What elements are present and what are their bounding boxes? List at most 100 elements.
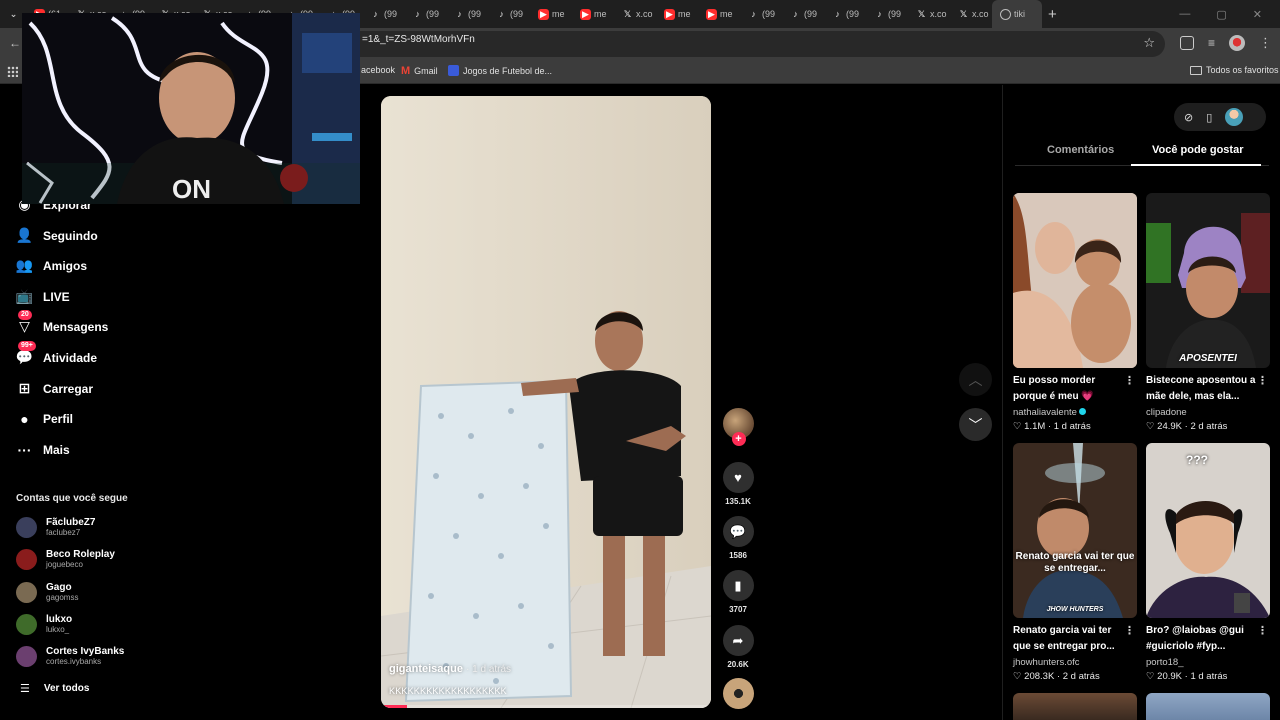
browser-tab[interactable]: 𝕏x.co [614, 0, 656, 28]
suggested-video-card[interactable]: ??? Bro? @laiobas @gui #guicriolo #fyp..… [1146, 443, 1270, 684]
followed-account[interactable]: FãclubeZ7 faclubez7 [16, 517, 95, 538]
comment-icon[interactable]: 💬 [722, 516, 754, 547]
suggested-video-card[interactable]: Eu posso morder porque é meu 💗 ⋮ nathali… [1013, 193, 1137, 434]
followed-account[interactable]: Beco Roleplay joguebeco [16, 549, 115, 570]
browser-tab[interactable]: ▶ me [656, 0, 698, 28]
sidebar-item-perfil[interactable]: ● Perfil [16, 410, 73, 427]
youtube-logo-icon: ▶ [580, 8, 591, 20]
sidebar-item-mais[interactable]: ··· Mais [16, 441, 70, 458]
video-thumbnail[interactable]: ??? [1146, 443, 1270, 618]
bookmark-icon[interactable]: ▮ [722, 570, 754, 601]
browser-tab[interactable]: 𝕏x.co [950, 0, 992, 28]
sidebar-item-live[interactable]: 📺 LIVE [16, 288, 70, 305]
top-right-controls: ⊘ ▯ [1174, 103, 1266, 131]
tab-suggested[interactable]: Você pode gostar [1152, 144, 1243, 156]
card-title[interactable]: Renato garcia vai ter que se entregar pr… [1013, 623, 1125, 655]
sidebar-item-seguindo[interactable]: 👤 Seguindo [16, 227, 98, 244]
heart-outline-icon: ♡ [1146, 421, 1155, 432]
music-disc-button[interactable] [722, 678, 754, 709]
card-more-icon[interactable]: ⋮ [1257, 374, 1268, 387]
browser-tab[interactable]: ▶ me [698, 0, 740, 28]
card-author[interactable]: clipadone [1146, 405, 1270, 420]
bookmark-jogos[interactable]: Jogos de Futebol de... [448, 65, 552, 76]
browser-menu-icon[interactable]: ⋮ [1259, 35, 1272, 51]
creator-avatar-button[interactable]: + [722, 408, 754, 446]
like-action[interactable]: ♥ 135.1K [722, 462, 754, 506]
share-icon[interactable]: ➦ [722, 625, 754, 656]
browser-tab[interactable]: ♪ (99 [740, 0, 782, 28]
compass-icon[interactable]: ⊘ [1184, 111, 1193, 124]
x-logo-icon: 𝕏 [959, 8, 968, 19]
user-avatar[interactable] [1225, 108, 1244, 126]
browser-tab[interactable]: ♪ (99 [404, 0, 446, 28]
sidebar-item-amigos[interactable]: 👥 Amigos [16, 257, 87, 274]
browser-tab[interactable]: ▶ me [530, 0, 572, 28]
browser-tab-label: x.co [972, 9, 989, 19]
followed-account[interactable]: lukxo lukxo_ [16, 614, 72, 635]
profile-avatar-icon[interactable] [1229, 35, 1245, 51]
video-author-name[interactable]: giganteisaque [389, 663, 463, 675]
card-more-icon[interactable]: ⋮ [1124, 624, 1135, 637]
media-controls-icon[interactable]: ≡ [1208, 36, 1215, 50]
browser-tab[interactable]: ♪ (99 [782, 0, 824, 28]
heart-icon[interactable]: ♥ [722, 462, 754, 493]
new-tab-button[interactable]: + [1042, 0, 1066, 28]
browser-tab[interactable]: ♪ (99 [866, 0, 908, 28]
browser-tab[interactable]: ▶ me [572, 0, 614, 28]
card-author[interactable]: porto18_ [1146, 655, 1270, 670]
suggested-video-card[interactable]: Renato garcia vai ter que se entregar...… [1013, 443, 1137, 684]
previous-video-button[interactable]: ︿ [959, 363, 992, 396]
device-icon[interactable]: ▯ [1206, 111, 1212, 124]
card-more-icon[interactable]: ⋮ [1124, 374, 1135, 387]
video-thumbnail-partial[interactable] [1013, 693, 1137, 720]
card-more-icon[interactable]: ⋮ [1257, 624, 1268, 637]
browser-tab[interactable]: ♪ (99 [488, 0, 530, 28]
card-title[interactable]: Bistecone aposentou a mãe dele, mas ela.… [1146, 373, 1258, 405]
sidebar-item-atividade[interactable]: 💬 99+ Atividade [16, 341, 97, 366]
card-title[interactable]: Bro? @laiobas @gui #guicriolo #fyp... [1146, 623, 1258, 655]
browser-tab[interactable]: 𝕏x.co [908, 0, 950, 28]
followed-account-text: lukxo lukxo_ [46, 614, 72, 635]
comment-action[interactable]: 💬 1586 [722, 516, 754, 560]
bookmark-star-icon[interactable]: ☆ [1143, 35, 1155, 51]
video-thumbnail[interactable] [1013, 193, 1137, 368]
video-progress-bar[interactable] [381, 705, 711, 708]
apps-grid-icon[interactable] [7, 66, 18, 77]
video-author[interactable]: giganteisaque · 1 d atrás [389, 663, 511, 675]
thumbnail-watermark: JHOW HUNTERS [1046, 606, 1104, 613]
tab-comments[interactable]: Comentários [1047, 144, 1114, 156]
save-action[interactable]: ▮ 3707 [722, 570, 754, 614]
suggested-video-card[interactable]: APOSENTEI Bistecone aposentou a mãe dele… [1146, 193, 1270, 434]
maximize-icon[interactable]: ▢ [1216, 8, 1226, 21]
share-action[interactable]: ➦ 20.6K [722, 625, 754, 669]
next-video-button[interactable]: ﹀ [959, 408, 992, 441]
back-icon[interactable]: ← [9, 36, 21, 50]
followed-account[interactable]: Gago gagomss [16, 582, 78, 603]
card-author[interactable]: jhowhunters.ofc [1013, 655, 1137, 670]
browser-tab[interactable]: ♪ (99 [824, 0, 866, 28]
bookmark-gmail[interactable]: M Gmail [401, 65, 438, 77]
close-icon[interactable]: ✕ [1253, 8, 1262, 21]
sidebar-item-mensagens[interactable]: ▽ 20 Mensagens [16, 310, 108, 335]
video-player[interactable]: giganteisaque · 1 d atrás KKKKKKKKKKKKKK… [381, 96, 711, 708]
sidebar-item-label: Seguindo [43, 228, 98, 243]
card-title[interactable]: Eu posso morder porque é meu 💗 [1013, 373, 1125, 405]
card-author[interactable]: nathaliavalente [1013, 405, 1137, 420]
followed-account[interactable]: Cortes IvyBanks cortes.ivybanks [16, 646, 124, 667]
bookmark-facebook[interactable]: acebook [361, 65, 395, 75]
card-likes: 20.9K [1157, 671, 1182, 682]
bookmark-all-favorites[interactable]: Todos os favoritos [1190, 65, 1279, 75]
minimize-icon[interactable]: — [1179, 8, 1190, 21]
video-thumbnail[interactable]: APOSENTEI [1146, 193, 1270, 368]
sidebar-item-carregar[interactable]: ⊞ Carregar [16, 380, 93, 397]
video-thumbnail[interactable]: Renato garcia vai ter que se entregar...… [1013, 443, 1137, 618]
video-thumbnail-partial[interactable] [1146, 693, 1270, 720]
see-all-following-button[interactable]: ☰ Ver todos [20, 682, 89, 695]
browser-tab[interactable]: ♪ (99 [446, 0, 488, 28]
extensions-icon[interactable] [1179, 36, 1194, 50]
browser-tab[interactable]: ♪ (99 [362, 0, 404, 28]
browser-tab[interactable]: tiki [992, 0, 1042, 28]
thumbnail-overlay-text: ??? [1186, 453, 1208, 467]
follow-plus-icon[interactable]: + [731, 432, 746, 446]
card-age: 1 d atrás [1190, 671, 1228, 682]
